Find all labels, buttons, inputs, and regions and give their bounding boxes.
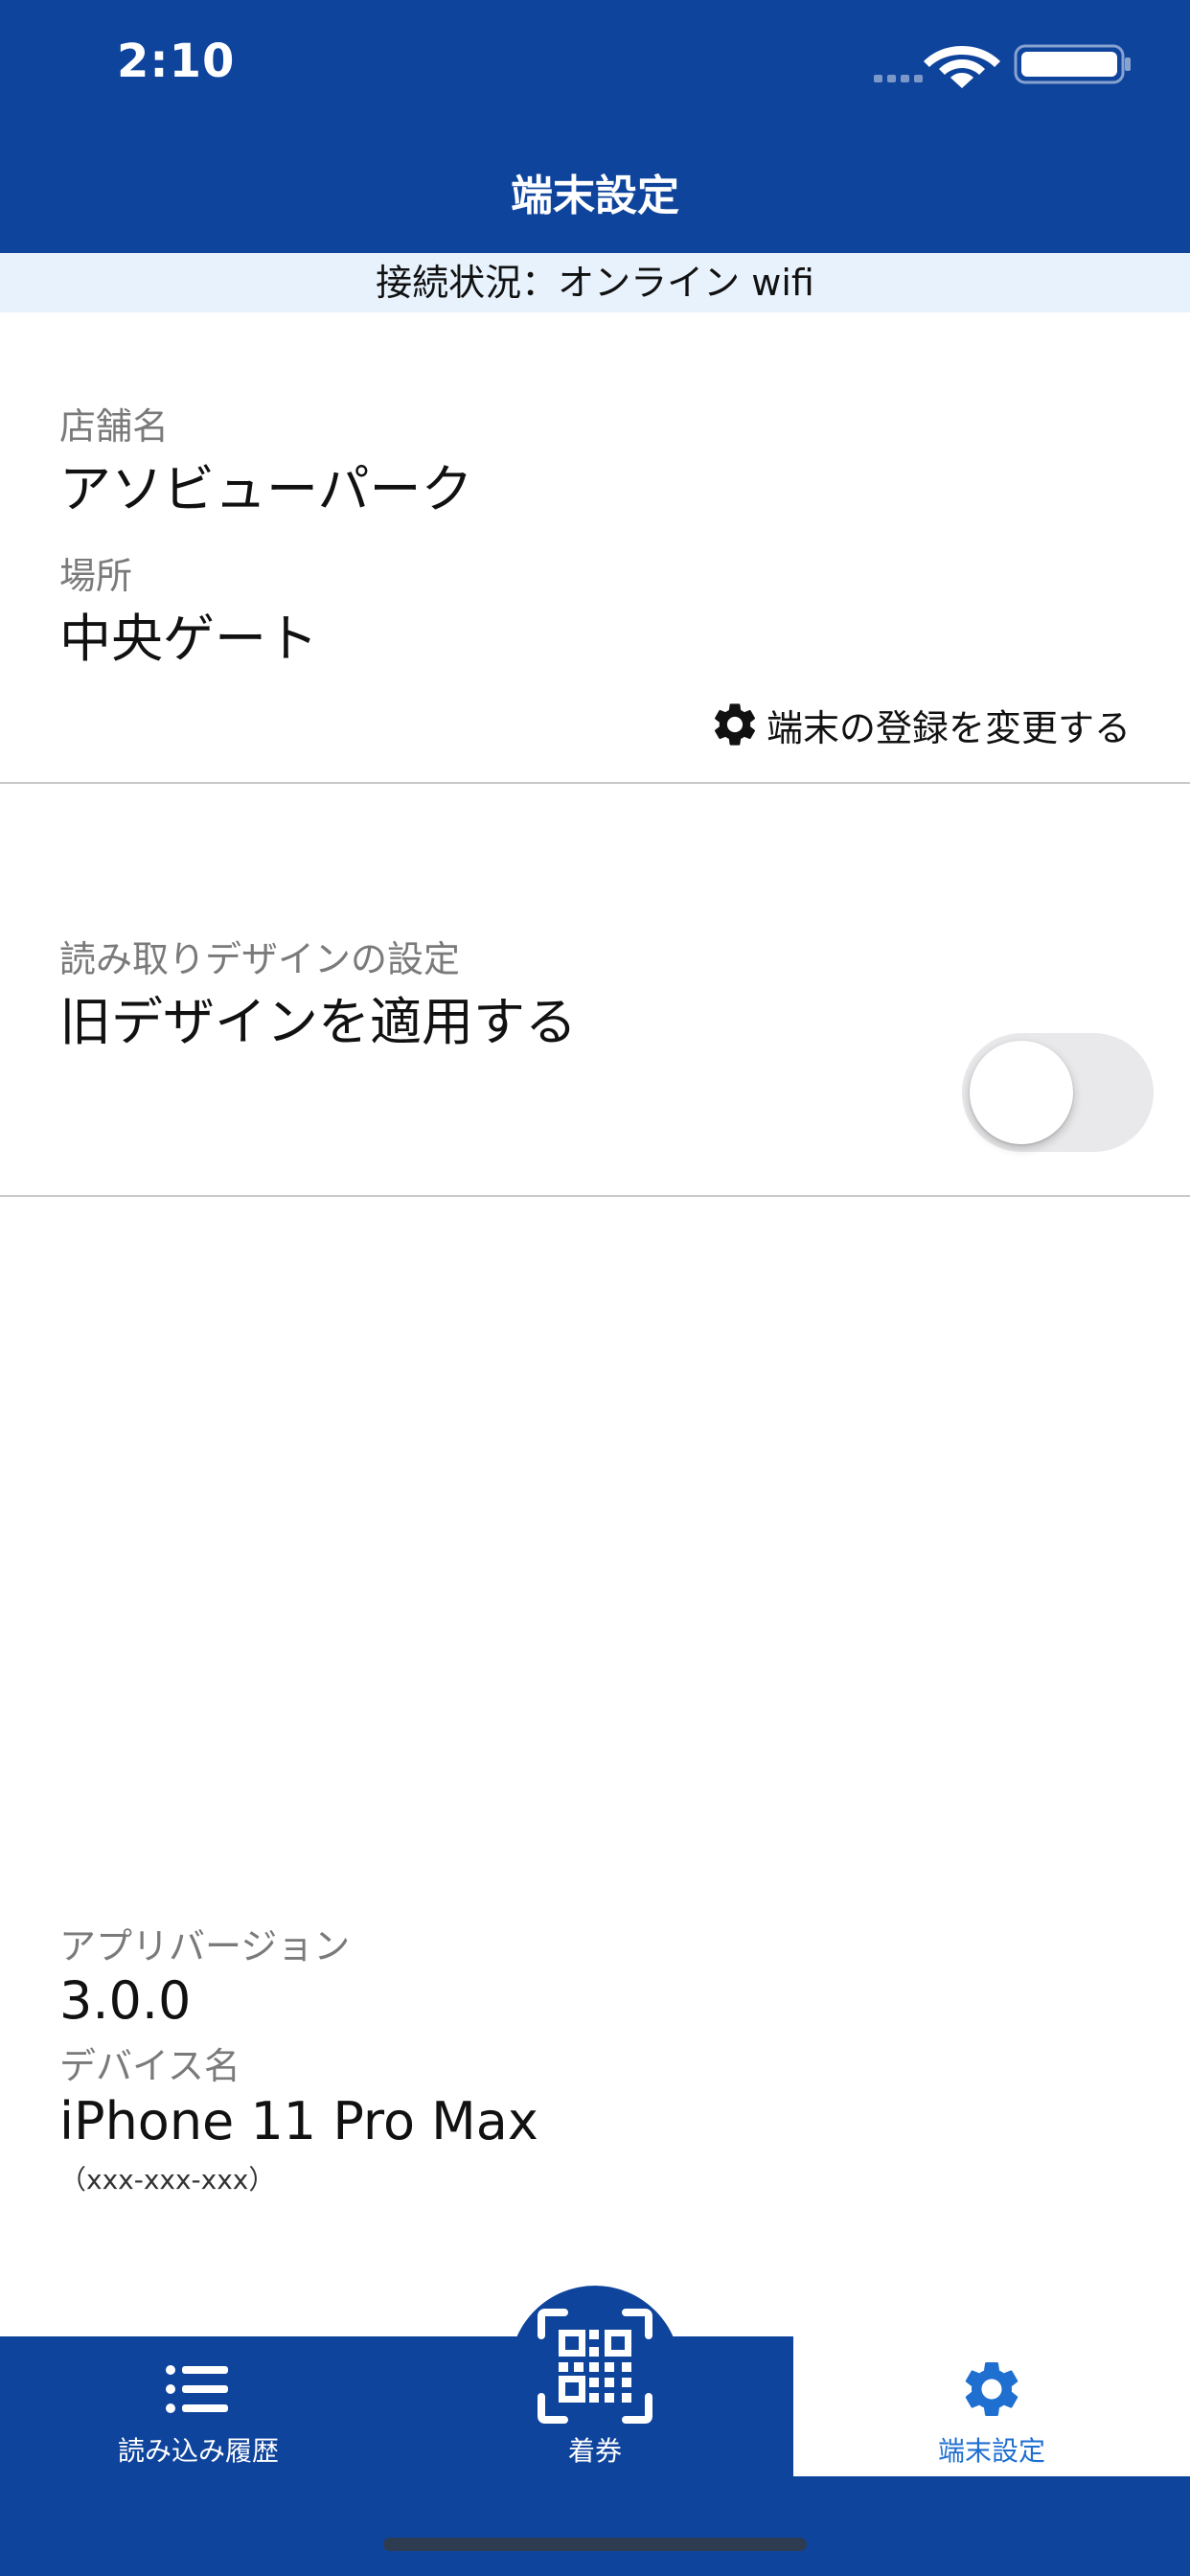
qr-code-icon <box>538 2309 652 2424</box>
wifi-icon <box>924 46 1000 88</box>
gear-icon <box>714 703 755 746</box>
store-name-value: アソビューパーク <box>59 459 473 519</box>
device-id: （xxx-xxx-xxx） <box>59 2164 276 2196</box>
place-label: 場所 <box>59 555 133 597</box>
design-setting-label: 読み取りデザインの設定 <box>59 938 461 980</box>
store-name-label: 店舗名 <box>59 405 170 448</box>
old-design-toggle[interactable] <box>962 1033 1154 1152</box>
tab-checkin-label: 着券 <box>567 2435 622 2467</box>
tab-history[interactable]: 読み込み履歴 <box>0 2336 397 2476</box>
signal-icon <box>874 75 923 82</box>
change-registration-label: 端末の登録を変更する <box>766 706 1131 749</box>
app-version-label: アプリバージョン <box>59 1925 351 1967</box>
gear-icon <box>965 2362 1018 2416</box>
status-icons <box>874 44 1131 88</box>
change-registration-link[interactable]: 端末の登録を変更する <box>709 698 1131 751</box>
connection-status-banner: 接続状況：オンライン wifi <box>0 253 1190 312</box>
device-name-value: iPhone 11 Pro Max <box>59 2091 538 2151</box>
app-version-value: 3.0.0 <box>59 1970 192 2031</box>
toggle-knob <box>970 1041 1073 1144</box>
battery-icon <box>1014 44 1131 84</box>
app-header: 2:10 端末設定 <box>0 0 1190 253</box>
divider <box>0 782 1190 784</box>
device-name-label: デバイス名 <box>59 2045 240 2087</box>
divider <box>0 1195 1190 1197</box>
list-icon <box>166 2365 228 2413</box>
place-value: 中央ゲート <box>59 609 318 669</box>
tab-settings[interactable]: 端末設定 <box>793 2336 1190 2476</box>
page-title: 端末設定 <box>511 172 679 220</box>
status-time: 2:10 <box>117 34 236 88</box>
tab-settings-label: 端末設定 <box>937 2435 1045 2467</box>
home-indicator <box>383 2538 807 2551</box>
tab-history-label: 読み込み履歴 <box>117 2435 279 2467</box>
old-design-option-label: 旧デザインを適用する <box>59 992 577 1052</box>
